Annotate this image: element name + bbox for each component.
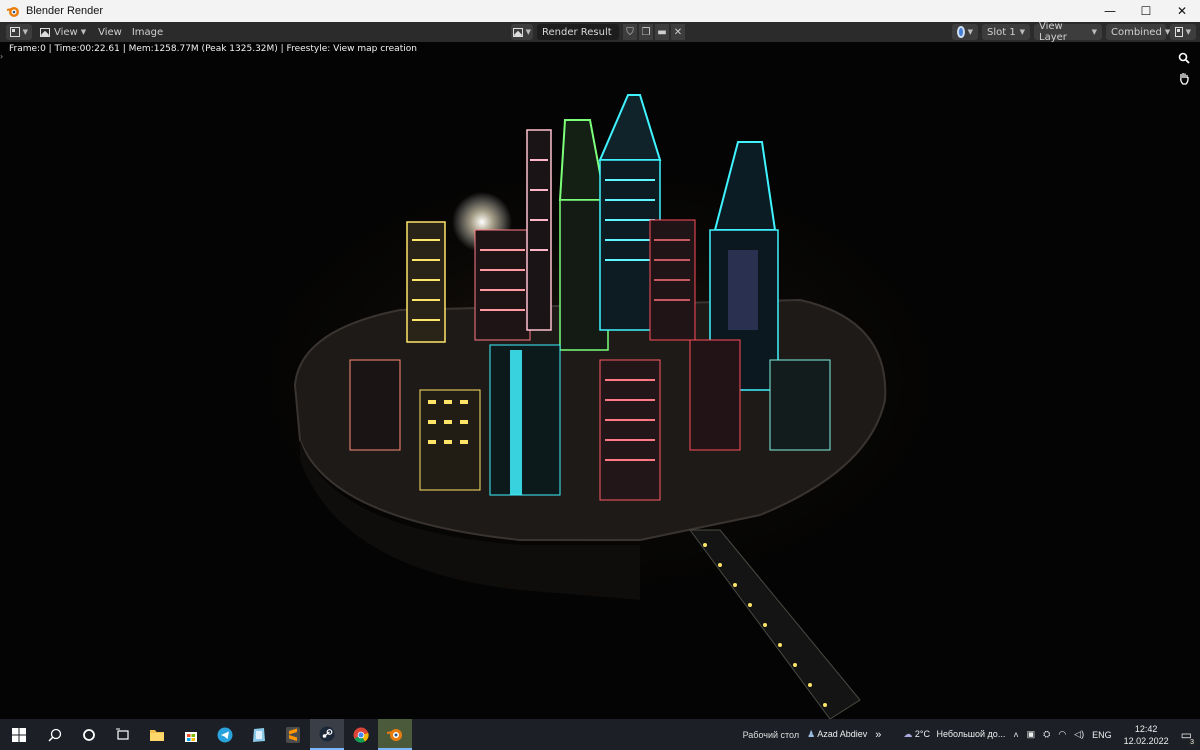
render-pass-label: Combined bbox=[1111, 26, 1162, 38]
cortana-icon bbox=[83, 728, 95, 741]
start-button[interactable] bbox=[0, 719, 38, 750]
chevron-down-icon: ▼ bbox=[80, 28, 87, 36]
windows-logo-icon bbox=[12, 727, 26, 742]
user-name: Azad Abdiev bbox=[817, 729, 868, 739]
view-layer-selector[interactable]: View Layer ▼ bbox=[1034, 21, 1102, 43]
toolbar-overflow-icon[interactable]: » bbox=[875, 729, 881, 741]
image-browse-button[interactable]: ▼ bbox=[511, 24, 533, 40]
slot-selector[interactable]: Slot 1 ▼ bbox=[982, 24, 1030, 40]
view-layer-label: View Layer bbox=[1039, 21, 1067, 43]
blender-logo-icon bbox=[6, 7, 19, 17]
chrome-icon bbox=[353, 727, 369, 743]
file-explorer-button[interactable] bbox=[140, 719, 174, 750]
window-title: Blender Render bbox=[26, 5, 104, 17]
app-tray-icon[interactable]: ⛭ bbox=[1043, 729, 1050, 740]
zoom-icon[interactable] bbox=[1176, 50, 1192, 66]
store-button[interactable] bbox=[174, 719, 208, 750]
close-window-button[interactable]: ✕ bbox=[1164, 0, 1200, 22]
editor-type-selector[interactable]: ▼ bbox=[6, 24, 32, 40]
folder-icon bbox=[150, 729, 164, 741]
task-view-button[interactable] bbox=[106, 719, 140, 750]
notification-center-button[interactable]: ▭ 3 bbox=[1181, 728, 1196, 746]
notification-count: 3 bbox=[1188, 738, 1196, 746]
telegram-icon bbox=[217, 727, 233, 742]
image-editor-header: ▼ View ▼ View Image ▼ Render Result ⛉ ❐ … bbox=[0, 21, 1200, 43]
hand-icon bbox=[1180, 72, 1189, 85]
user-toolbar[interactable]: ♟ Azad Abdiev bbox=[807, 729, 867, 740]
chrome-button[interactable] bbox=[344, 719, 378, 750]
steam-button[interactable] bbox=[310, 719, 344, 750]
menu-image[interactable]: Image bbox=[128, 24, 167, 40]
store-bag-icon bbox=[185, 731, 197, 742]
search-button[interactable] bbox=[38, 719, 72, 750]
app-button[interactable] bbox=[242, 719, 276, 750]
render-stats: Frame:0 | Time:00:22.61 | Mem:1258.77M (… bbox=[9, 44, 417, 54]
clock-time: 12:42 bbox=[1134, 723, 1158, 734]
pan-hand-icon[interactable] bbox=[1176, 70, 1192, 86]
magnifier-icon bbox=[1178, 52, 1190, 64]
sublime-text-icon bbox=[286, 726, 300, 743]
clock[interactable]: 12:42 12.02.2022 bbox=[1124, 723, 1169, 747]
view-mode-selector[interactable]: View ▼ bbox=[36, 24, 90, 40]
unlink-icon[interactable]: ✕ bbox=[671, 24, 685, 40]
view-mode-label: View bbox=[54, 26, 78, 38]
cortana-button[interactable] bbox=[72, 719, 106, 750]
color-channels-icon bbox=[957, 26, 965, 38]
render-image bbox=[0, 42, 1200, 719]
chevron-down-icon: ▼ bbox=[967, 28, 973, 36]
chevron-down-icon: ▼ bbox=[22, 28, 28, 36]
chevron-down-icon: ▼ bbox=[1019, 28, 1025, 36]
telegram-button[interactable] bbox=[208, 719, 242, 750]
notes-app-icon bbox=[253, 727, 265, 742]
view-icon bbox=[40, 27, 50, 37]
chevron-down-icon: ▼ bbox=[1185, 28, 1191, 36]
clock-date: 12.02.2022 bbox=[1123, 735, 1169, 746]
desktop-toolbar-label[interactable]: Рабочий стол bbox=[743, 730, 800, 740]
folder-icon[interactable]: ▬ bbox=[655, 24, 669, 40]
shield-icon[interactable]: ⛉ bbox=[623, 24, 637, 40]
sidebar-toggle[interactable]: ▼ bbox=[1170, 24, 1196, 40]
weather-description: Небольшой до... bbox=[936, 729, 1006, 739]
chevron-down-icon: ▼ bbox=[1091, 28, 1097, 36]
weather-widget[interactable]: ☁ 2°C Небольшой до... bbox=[903, 729, 1005, 740]
chevron-down-icon: ▼ bbox=[525, 28, 531, 36]
slot-label: Slot 1 bbox=[987, 26, 1016, 38]
maximize-button[interactable]: ☐ bbox=[1128, 0, 1164, 22]
search-icon bbox=[48, 728, 62, 742]
sublime-text-button[interactable] bbox=[276, 719, 310, 750]
expand-region-arrow-icon[interactable]: › bbox=[0, 52, 3, 61]
user-icon: ♟ bbox=[807, 729, 816, 739]
language-indicator[interactable]: ENG bbox=[1092, 730, 1112, 740]
duplicate-icon[interactable]: ❐ bbox=[639, 24, 653, 40]
image-editor-icon bbox=[10, 27, 20, 37]
weather-temperature: 2°C bbox=[914, 729, 930, 739]
show-hidden-icons-chevron-icon[interactable]: ˄ bbox=[1013, 730, 1018, 740]
wifi-icon[interactable]: ◠ bbox=[1058, 729, 1066, 740]
steam-icon bbox=[319, 726, 335, 741]
blender-taskbar-button[interactable] bbox=[378, 719, 412, 750]
cloud-rain-icon: ☁ bbox=[903, 729, 913, 739]
menu-view[interactable]: View bbox=[94, 24, 126, 40]
image-name-field[interactable]: Render Result bbox=[537, 24, 619, 40]
volume-icon[interactable]: ◁) bbox=[1074, 729, 1084, 740]
render-pass-selector[interactable]: Combined ▼ bbox=[1106, 24, 1170, 40]
task-view-icon bbox=[116, 728, 129, 740]
windows-taskbar: Рабочий стол ♟ Azad Abdiev » ☁ 2°C Небол… bbox=[0, 719, 1200, 750]
camera-icon[interactable]: ▣ bbox=[1027, 729, 1036, 740]
system-tray: Рабочий стол ♟ Azad Abdiev » ☁ 2°C Небол… bbox=[739, 719, 1200, 750]
render-viewport[interactable]: Frame:0 | Time:00:22.61 | Mem:1258.77M (… bbox=[0, 42, 1200, 719]
window-titlebar: Blender Render — ☐ ✕ bbox=[0, 0, 1200, 22]
display-channels-selector[interactable]: ▼ bbox=[952, 24, 978, 40]
sidebar-icon bbox=[1175, 27, 1183, 37]
blender-logo-icon bbox=[387, 728, 402, 741]
image-icon bbox=[513, 27, 523, 37]
minimize-button[interactable]: — bbox=[1092, 0, 1128, 22]
